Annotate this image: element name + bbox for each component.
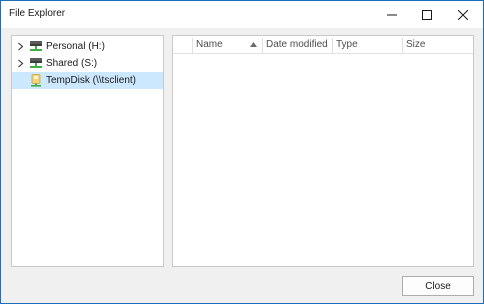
sort-ascending-icon (250, 42, 257, 47)
column-header-type[interactable]: Type (332, 36, 402, 54)
tree-item-tempdisk[interactable]: TempDisk (\\tsclient) (12, 72, 163, 89)
window-close-button[interactable] (446, 1, 480, 28)
file-explorer-window: File Explorer Personal (H:) Shared (S:) … (0, 0, 484, 304)
tree-item-personal[interactable]: Personal (H:) (12, 38, 163, 55)
folder-tree[interactable]: Personal (H:) Shared (S:) TempDisk (\\ts… (11, 35, 164, 267)
network-drive-icon (30, 58, 42, 68)
maximize-icon (422, 9, 432, 20)
column-header-label: Name (196, 39, 223, 50)
column-header-label: Date modified (266, 39, 328, 50)
tree-item-shared[interactable]: Shared (S:) (12, 55, 163, 72)
window-title: File Explorer (9, 8, 66, 19)
tree-item-label: Personal (H:) (46, 41, 105, 52)
column-header-size[interactable]: Size (402, 36, 472, 54)
chevron-right-icon[interactable] (16, 42, 25, 51)
removable-disk-icon (31, 74, 41, 87)
minimize-icon (387, 14, 397, 15)
file-list[interactable]: Name Date modified Type Size (172, 35, 474, 267)
tree-item-label: Shared (S:) (46, 58, 98, 69)
minimize-button[interactable] (375, 1, 409, 28)
column-header-label: Size (406, 39, 426, 50)
column-header-label: Type (336, 39, 358, 50)
network-drive-icon (30, 41, 42, 51)
maximize-button[interactable] (410, 1, 444, 28)
close-button[interactable]: Close (402, 276, 474, 296)
chevron-right-icon[interactable] (16, 59, 25, 68)
close-icon (458, 9, 468, 20)
title-bar[interactable]: File Explorer (1, 1, 483, 28)
tree-item-label: TempDisk (\\tsclient) (46, 75, 137, 86)
column-header-date-modified[interactable]: Date modified (262, 36, 332, 54)
